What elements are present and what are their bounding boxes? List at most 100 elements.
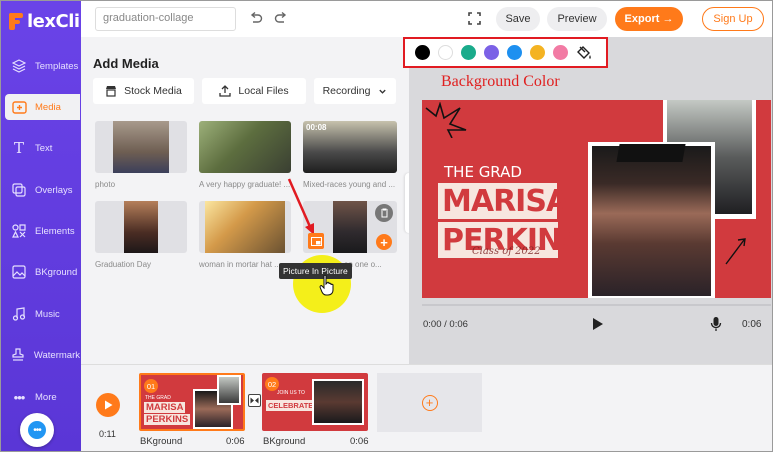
chat-support-button[interactable]: ••• <box>20 413 54 447</box>
project-name-input[interactable]: graduation-collage <box>95 7 236 31</box>
clip-label: BKground <box>263 436 306 447</box>
color-swatch-yellow[interactable] <box>530 45 545 60</box>
sidebar-item-label: Music <box>35 308 60 320</box>
clip-title-line-2: PERKINS <box>144 414 191 425</box>
clip-number-badge: 02 <box>265 377 279 391</box>
tooltip: Picture In Picture <box>279 263 352 279</box>
app-window: lexClip Templates Media T Text Overlays <box>0 0 773 452</box>
video-canvas[interactable]: THE GRAD MARISA PERKINS Class of 2022 <box>422 100 771 298</box>
canvas-photo-frame-main[interactable] <box>588 142 715 298</box>
trash-icon <box>380 208 388 218</box>
media-folder-icon <box>11 99 27 115</box>
current-time: 0:00 / 0:06 <box>423 319 468 330</box>
paint-bucket-icon[interactable] <box>576 45 592 61</box>
sidebar-item-label: Elements <box>35 225 75 237</box>
local-files-button[interactable]: Local Files <box>202 78 306 104</box>
sidebar-item-templates[interactable]: Templates <box>5 53 80 79</box>
add-scene-button[interactable]: + <box>377 373 482 432</box>
sign-up-button[interactable]: Sign Up <box>702 7 764 31</box>
stock-media-label: Stock Media <box>124 85 182 97</box>
color-swatch-pink[interactable] <box>553 45 568 60</box>
music-icon <box>11 306 27 322</box>
sidebar-item-music[interactable]: Music <box>5 301 80 327</box>
clip-photo-back <box>217 375 241 405</box>
export-button[interactable]: Export → <box>615 7 683 31</box>
save-button[interactable]: Save <box>496 7 540 31</box>
microphone-icon[interactable] <box>710 316 722 332</box>
transition-button[interactable] <box>248 394 261 407</box>
recording-dropdown[interactable]: Recording <box>314 78 396 104</box>
flexclip-logo[interactable]: lexClip <box>7 9 92 33</box>
media-thumb[interactable] <box>199 201 291 253</box>
media-panel: Add Media Stock Media Local Files Record… <box>81 37 409 364</box>
photo-image <box>205 201 285 253</box>
play-icon <box>104 400 112 410</box>
photo-image <box>124 201 158 253</box>
store-icon <box>106 86 117 97</box>
video-duration: 00:08 <box>306 123 327 132</box>
clip-number-badge: 01 <box>144 379 158 393</box>
canvas-class-of[interactable]: Class of 2022 <box>472 246 541 257</box>
total-duration: 0:06 <box>742 319 762 330</box>
color-swatch-teal[interactable] <box>461 45 476 60</box>
canvas-subtitle[interactable]: THE GRAD <box>444 163 522 181</box>
sidebar-item-media[interactable]: Media <box>5 94 80 120</box>
sidebar: lexClip Templates Media T Text Overlays <box>1 1 92 451</box>
timeline-total-time: 0:11 <box>99 429 116 439</box>
sidebar-item-more[interactable]: ••• More <box>5 384 80 410</box>
panel-title: Add Media <box>93 56 159 71</box>
hand-cursor-icon <box>319 274 334 296</box>
clip-title: CELEBRATE <box>266 400 316 411</box>
color-swatch-blue[interactable] <box>507 45 522 60</box>
canvas-first-name[interactable]: MARISA <box>438 183 569 219</box>
sidebar-item-label: Overlays <box>35 184 73 196</box>
sidebar-item-watermark[interactable]: Watermark <box>5 342 80 368</box>
chevron-down-icon <box>379 89 387 94</box>
video-preview-image <box>199 121 291 173</box>
clip-duration: 0:06 <box>226 436 245 447</box>
undo-icon[interactable] <box>249 11 263 25</box>
color-swatch-white[interactable] <box>438 45 453 60</box>
sidebar-item-text[interactable]: T Text <box>5 135 80 161</box>
color-swatch-black[interactable] <box>415 45 430 60</box>
timeline-play-button[interactable] <box>96 393 120 417</box>
playback-progress-bar[interactable] <box>422 304 771 306</box>
transition-icon <box>250 397 259 404</box>
media-thumb[interactable] <box>95 201 187 253</box>
color-swatch-purple[interactable] <box>484 45 499 60</box>
sidebar-item-label: More <box>35 391 57 403</box>
sidebar-item-bkground[interactable]: BKground <box>5 259 80 285</box>
sidebar-item-label: Media <box>35 101 61 113</box>
clip-subtitle: THE GRAD <box>145 395 171 401</box>
media-thumb[interactable] <box>199 121 291 173</box>
picture-in-picture-icon <box>310 236 322 246</box>
top-bar: graduation-collage Save Preview Export →… <box>81 1 772 37</box>
delete-media-button[interactable] <box>375 204 393 222</box>
picture-in-picture-button[interactable] <box>308 233 324 249</box>
media-caption: Graduation Day <box>95 260 152 269</box>
timeline-clip-02[interactable]: JOIN US TO CELEBRATE 02 <box>262 373 368 431</box>
stock-media-button[interactable]: Stock Media <box>93 78 194 104</box>
background-color-annotation: Background Color <box>441 73 560 90</box>
add-media-button[interactable]: + <box>376 234 392 250</box>
more-dots-icon: ••• <box>13 389 26 405</box>
redo-icon[interactable] <box>274 11 288 25</box>
media-caption: photo <box>95 180 116 189</box>
sidebar-item-overlays[interactable]: Overlays <box>5 177 80 203</box>
starburst-doodle-icon <box>425 102 467 138</box>
chat-bubble-icon: ••• <box>28 421 46 439</box>
sidebar-item-label: BKground <box>35 266 78 278</box>
preview-button[interactable]: Preview <box>547 7 607 31</box>
sidebar-item-label: Watermark <box>33 349 80 361</box>
media-thumb[interactable]: 00:08 <box>303 121 397 173</box>
annotation-arrow-icon <box>287 178 314 235</box>
sidebar-item-elements[interactable]: Elements <box>5 218 80 244</box>
timeline-clip-01[interactable]: THE GRAD MARISA PERKINS 01 <box>139 373 245 431</box>
local-files-label: Local Files <box>238 85 289 97</box>
fullscreen-icon[interactable] <box>468 12 481 25</box>
logo-mark-icon <box>7 11 25 31</box>
timeline: 0:11 THE GRAD MARISA PERKINS 01 BKground… <box>81 364 772 451</box>
play-icon[interactable] <box>592 317 604 331</box>
sidebar-item-label: Templates <box>35 60 79 72</box>
media-thumb[interactable] <box>95 121 187 173</box>
